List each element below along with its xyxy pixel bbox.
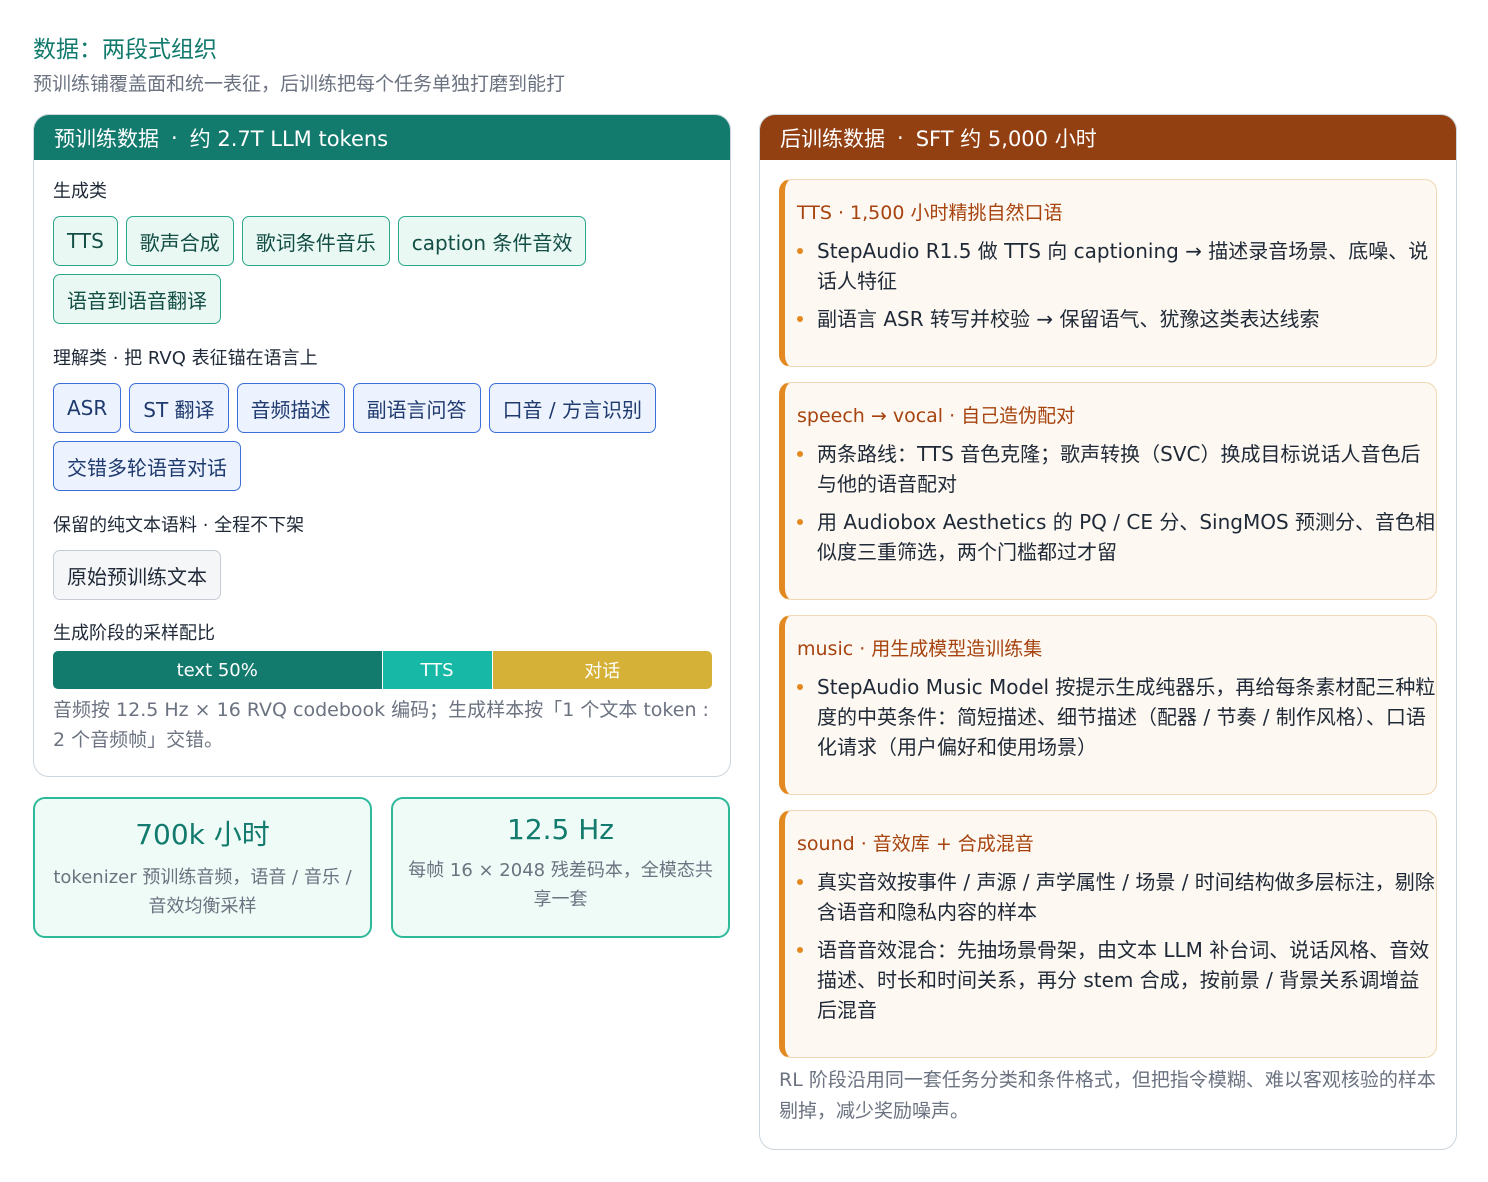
card-music: music · 用生成模型造训练集 StepAudio Music Model … — [779, 615, 1437, 795]
chip-audio-caption: 音频描述 — [236, 383, 345, 433]
card-title: music · 用生成模型造训练集 — [797, 638, 1043, 660]
chip-s2st: 语音到语音翻译 — [53, 274, 221, 324]
ratio-title: 生成阶段的采样配比 — [53, 623, 215, 644]
stat-label: 每帧 16 × 2048 残差码本，全模态共享一套 — [408, 860, 713, 910]
card-item: StepAudio Music Model 按提示生成纯器乐，再给每条素材配三种… — [797, 672, 1436, 762]
posttrain-header-scale: SFT 约 5,000 小时 — [915, 126, 1097, 151]
card-speech-vocal: speech → vocal · 自己造伪配对 两条路线：TTS 音色克隆；歌声… — [779, 382, 1437, 600]
ratio-segment-1: TTS — [382, 651, 493, 689]
understanding-group-title: 理解类 · 把 RVQ 表征锚在语言上 — [53, 348, 318, 369]
pretrain-header: 预训练数据 · 约 2.7T LLM tokens — [34, 115, 730, 160]
card-item: 用 Audiobox Aesthetics 的 PQ / CE 分、SingMO… — [797, 507, 1436, 567]
rl-footnote: RL 阶段沿用同一套任务分类和条件格式，但把指令模糊、难以客观核验的样本剔掉，减… — [779, 1069, 1436, 1122]
chip-lyrics-music: 歌词条件音乐 — [241, 216, 390, 266]
chip-singing-synthesis: 歌声合成 — [125, 216, 234, 266]
chip-asr: ASR — [53, 383, 122, 433]
chip-paralinguistic-qa: 副语言问答 — [352, 383, 481, 433]
chip-tts: TTS — [53, 216, 118, 266]
chip-caption-sfx: caption 条件音效 — [397, 216, 587, 266]
ratio-note: 音频按 12.5 Hz × 16 RVQ codebook 编码；生成样本按「1… — [53, 699, 709, 751]
chip-st: ST 翻译 — [129, 383, 229, 433]
text-group-title: 保留的纯文本语料 · 全程不下架 — [53, 515, 305, 536]
posttrain-header-name: 后训练数据 — [780, 126, 885, 151]
chip-raw-text: 原始预训练文本 — [53, 550, 221, 600]
card-sound: sound · 音效库 + 合成混音 真实音效按事件 / 声源 / 声学属性 /… — [779, 810, 1437, 1058]
card-list: 真实音效按事件 / 声源 / 声学属性 / 场景 / 时间结构做多层标注，剔除含… — [797, 867, 1436, 1033]
generation-group-title: 生成类 — [53, 181, 107, 202]
pretrain-panel: 预训练数据 · 约 2.7T LLM tokens 生成类 TTS 歌声合成 歌… — [33, 114, 731, 777]
understanding-chips: ASR ST 翻译 音频描述 副语言问答 口音 / 方言识别 交错多轮语音对话 — [53, 383, 723, 491]
card-item: 两条路线：TTS 音色克隆；歌声转换（SVC）换成目标说话人音色后与他的语音配对 — [797, 439, 1436, 499]
generation-chips: TTS 歌声合成 歌词条件音乐 caption 条件音效 语音到语音翻译 — [53, 216, 723, 324]
card-title: sound · 音效库 + 合成混音 — [797, 833, 1034, 855]
sampling-ratio-bar: text 50% TTS 对话 — [53, 651, 712, 689]
pretrain-header-scale: 约 2.7T LLM tokens — [189, 126, 389, 151]
page-title: 数据：两段式组织 — [33, 37, 217, 63]
card-item: 语音音效混合：先抽场景骨架，由文本 LLM 补台词、说话风格、音效描述、时长和时… — [797, 935, 1436, 1025]
chip-interleaved-dialog: 交错多轮语音对话 — [53, 441, 241, 491]
card-list: 两条路线：TTS 音色克隆；歌声转换（SVC）换成目标说话人音色后与他的语音配对… — [797, 439, 1436, 575]
card-title: TTS · 1,500 小时精挑自然口语 — [797, 202, 1063, 224]
stat-value: 700k 小时 — [135, 818, 270, 851]
card-list: StepAudio R1.5 做 TTS 向 captioning → 描述录音… — [797, 236, 1436, 342]
stat-label: tokenizer 预训练音频，语音 / 音乐 / 音效均衡采样 — [53, 867, 352, 917]
chip-accent-id: 口音 / 方言识别 — [488, 383, 657, 433]
card-item: 副语言 ASR 转写并校验 → 保留语气、犹豫这类表达线索 — [797, 304, 1436, 334]
card-item: StepAudio R1.5 做 TTS 向 captioning → 描述录音… — [797, 236, 1436, 296]
stat-value: 12.5 Hz — [507, 813, 614, 846]
stat-card-framerate: 12.5 Hz 每帧 16 × 2048 残差码本，全模态共享一套 — [391, 797, 730, 938]
posttrain-header: 后训练数据 · SFT 约 5,000 小时 — [760, 115, 1456, 160]
card-tts: TTS · 1,500 小时精挑自然口语 StepAudio R1.5 做 TT… — [779, 179, 1437, 367]
posttrain-panel: 后训练数据 · SFT 约 5,000 小时 TTS · 1,500 小时精挑自… — [759, 114, 1457, 1150]
card-item: 真实音效按事件 / 声源 / 声学属性 / 场景 / 时间结构做多层标注，剔除含… — [797, 867, 1436, 927]
pretrain-header-name: 预训练数据 — [54, 126, 159, 151]
ratio-segment-2: 对话 — [492, 651, 712, 689]
pretrain-header-sep: · — [171, 125, 178, 150]
page-subtitle: 预训练铺覆盖面和统一表征，后训练把每个任务单独打磨到能打 — [33, 73, 566, 95]
stat-card-hours: 700k 小时 tokenizer 预训练音频，语音 / 音乐 / 音效均衡采样 — [33, 797, 372, 938]
posttrain-header-sep: · — [897, 125, 904, 150]
card-title: speech → vocal · 自己造伪配对 — [797, 405, 1076, 427]
card-list: StepAudio Music Model 按提示生成纯器乐，再给每条素材配三种… — [797, 672, 1436, 770]
text-chips: 原始预训练文本 — [53, 550, 723, 600]
ratio-segment-0: text 50% — [53, 651, 383, 689]
